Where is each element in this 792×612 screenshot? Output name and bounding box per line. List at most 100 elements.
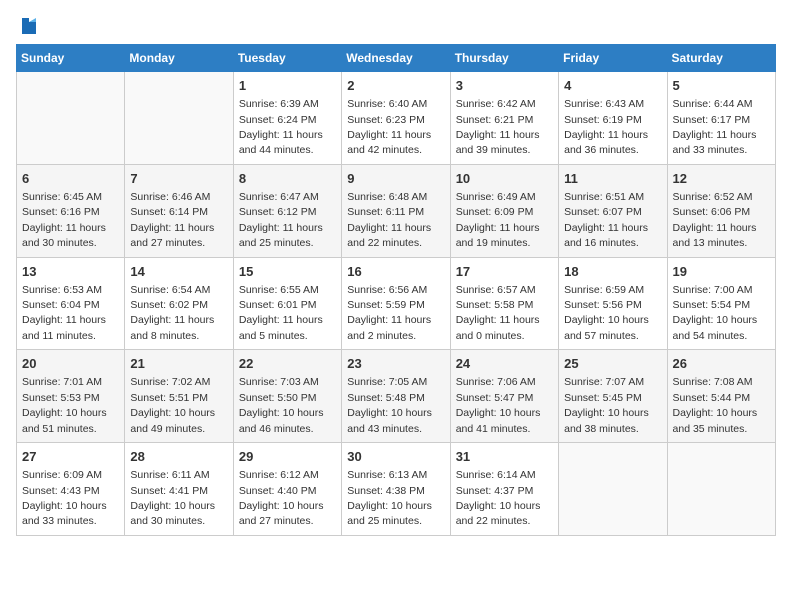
- calendar-day-cell: 6 Sunrise: 6:45 AM Sunset: 6:16 PM Daylig…: [17, 164, 125, 257]
- day-detail: Sunrise: 6:52 AM Sunset: 6:06 PM Dayligh…: [673, 191, 757, 249]
- weekday-header-row: SundayMondayTuesdayWednesdayThursdayFrid…: [17, 45, 776, 72]
- day-number: 9: [347, 170, 444, 188]
- day-detail: Sunrise: 6:57 AM Sunset: 5:58 PM Dayligh…: [456, 284, 540, 342]
- calendar-day-cell: 14 Sunrise: 6:54 AM Sunset: 6:02 PM Dayli…: [125, 257, 233, 350]
- calendar-day-cell: 30 Sunrise: 6:13 AM Sunset: 4:38 PM Dayli…: [342, 443, 450, 536]
- day-detail: Sunrise: 7:06 AM Sunset: 5:47 PM Dayligh…: [456, 376, 541, 434]
- day-number: 31: [456, 448, 553, 466]
- day-detail: Sunrise: 6:59 AM Sunset: 5:56 PM Dayligh…: [564, 284, 649, 342]
- calendar-day-cell: 8Sunrise: 6:47 AM Sunset: 6:12 PM Daylig…: [233, 164, 341, 257]
- day-detail: Sunrise: 6:46 AM Sunset: 6:14 PM Dayligh…: [130, 191, 214, 249]
- weekday-header-friday: Friday: [559, 45, 667, 72]
- day-number: 7: [130, 170, 227, 188]
- logo: [16, 16, 40, 32]
- calendar-table: SundayMondayTuesdayWednesdayThursdayFrid…: [16, 44, 776, 536]
- day-number: 5: [673, 77, 770, 95]
- weekday-header-tuesday: Tuesday: [233, 45, 341, 72]
- calendar-day-cell: 15 Sunrise: 6:55 AM Sunset: 6:01 PM Dayli…: [233, 257, 341, 350]
- logo-icon: [18, 16, 40, 38]
- calendar-day-cell: 1 Sunrise: 6:39 AM Sunset: 6:24 PM Daylig…: [233, 72, 341, 165]
- calendar-day-cell: [667, 443, 775, 536]
- day-detail: Sunrise: 6:40 AM Sunset: 6:23 PM Dayligh…: [347, 98, 431, 156]
- calendar-day-cell: [125, 72, 233, 165]
- weekday-header-wednesday: Wednesday: [342, 45, 450, 72]
- calendar-week-row: 20 Sunrise: 7:01 AM Sunset: 5:53 PM Dayli…: [17, 350, 776, 443]
- weekday-header-monday: Monday: [125, 45, 233, 72]
- calendar-day-cell: 3Sunrise: 6:42 AM Sunset: 6:21 PM Daylig…: [450, 72, 558, 165]
- day-number: 29: [239, 448, 336, 466]
- day-number: 26: [673, 355, 770, 373]
- calendar-day-cell: 24 Sunrise: 7:06 AM Sunset: 5:47 PM Dayli…: [450, 350, 558, 443]
- day-number: 3: [456, 77, 553, 95]
- day-detail: Sunrise: 7:01 AM Sunset: 5:53 PM Dayligh…: [22, 376, 107, 434]
- calendar-day-cell: 2 Sunrise: 6:40 AM Sunset: 6:23 PM Daylig…: [342, 72, 450, 165]
- calendar-week-row: 27Sunrise: 6:09 AM Sunset: 4:43 PM Dayli…: [17, 443, 776, 536]
- calendar-day-cell: 28Sunrise: 6:11 AM Sunset: 4:41 PM Dayli…: [125, 443, 233, 536]
- day-detail: Sunrise: 6:45 AM Sunset: 6:16 PM Dayligh…: [22, 191, 106, 249]
- calendar-day-cell: 4 Sunrise: 6:43 AM Sunset: 6:19 PM Daylig…: [559, 72, 667, 165]
- day-number: 10: [456, 170, 553, 188]
- day-number: 4: [564, 77, 661, 95]
- day-detail: Sunrise: 6:12 AM Sunset: 4:40 PM Dayligh…: [239, 469, 324, 527]
- calendar-day-cell: 18 Sunrise: 6:59 AM Sunset: 5:56 PM Dayli…: [559, 257, 667, 350]
- day-detail: Sunrise: 6:53 AM Sunset: 6:04 PM Dayligh…: [22, 284, 106, 342]
- day-number: 21: [130, 355, 227, 373]
- day-detail: Sunrise: 6:14 AM Sunset: 4:37 PM Dayligh…: [456, 469, 541, 527]
- calendar-day-cell: 12 Sunrise: 6:52 AM Sunset: 6:06 PM Dayli…: [667, 164, 775, 257]
- day-number: 20: [22, 355, 119, 373]
- calendar-week-row: 6 Sunrise: 6:45 AM Sunset: 6:16 PM Daylig…: [17, 164, 776, 257]
- day-number: 8: [239, 170, 336, 188]
- day-detail: Sunrise: 6:51 AM Sunset: 6:07 PM Dayligh…: [564, 191, 648, 249]
- day-number: 24: [456, 355, 553, 373]
- calendar-day-cell: 26 Sunrise: 7:08 AM Sunset: 5:44 PM Dayli…: [667, 350, 775, 443]
- day-detail: Sunrise: 6:39 AM Sunset: 6:24 PM Dayligh…: [239, 98, 323, 156]
- day-number: 14: [130, 263, 227, 281]
- calendar-day-cell: [559, 443, 667, 536]
- calendar-day-cell: 19Sunrise: 7:00 AM Sunset: 5:54 PM Dayli…: [667, 257, 775, 350]
- day-number: 17: [456, 263, 553, 281]
- calendar-day-cell: 16Sunrise: 6:56 AM Sunset: 5:59 PM Dayli…: [342, 257, 450, 350]
- calendar-day-cell: 17 Sunrise: 6:57 AM Sunset: 5:58 PM Dayli…: [450, 257, 558, 350]
- day-detail: Sunrise: 7:05 AM Sunset: 5:48 PM Dayligh…: [347, 376, 432, 434]
- day-detail: Sunrise: 6:43 AM Sunset: 6:19 PM Dayligh…: [564, 98, 648, 156]
- day-detail: Sunrise: 6:55 AM Sunset: 6:01 PM Dayligh…: [239, 284, 323, 342]
- day-number: 2: [347, 77, 444, 95]
- day-detail: Sunrise: 6:13 AM Sunset: 4:38 PM Dayligh…: [347, 469, 432, 527]
- calendar-day-cell: 7 Sunrise: 6:46 AM Sunset: 6:14 PM Daylig…: [125, 164, 233, 257]
- calendar-day-cell: 20 Sunrise: 7:01 AM Sunset: 5:53 PM Dayli…: [17, 350, 125, 443]
- calendar-day-cell: 11 Sunrise: 6:51 AM Sunset: 6:07 PM Dayli…: [559, 164, 667, 257]
- weekday-header-saturday: Saturday: [667, 45, 775, 72]
- day-detail: Sunrise: 6:49 AM Sunset: 6:09 PM Dayligh…: [456, 191, 540, 249]
- calendar-day-cell: 13 Sunrise: 6:53 AM Sunset: 6:04 PM Dayli…: [17, 257, 125, 350]
- day-number: 25: [564, 355, 661, 373]
- calendar-day-cell: 31 Sunrise: 6:14 AM Sunset: 4:37 PM Dayli…: [450, 443, 558, 536]
- day-number: 30: [347, 448, 444, 466]
- day-detail: Sunrise: 7:07 AM Sunset: 5:45 PM Dayligh…: [564, 376, 649, 434]
- calendar-day-cell: 23Sunrise: 7:05 AM Sunset: 5:48 PM Dayli…: [342, 350, 450, 443]
- calendar-day-cell: 29 Sunrise: 6:12 AM Sunset: 4:40 PM Dayli…: [233, 443, 341, 536]
- day-number: 1: [239, 77, 336, 95]
- day-detail: Sunrise: 6:11 AM Sunset: 4:41 PM Dayligh…: [130, 469, 215, 527]
- day-detail: Sunrise: 6:48 AM Sunset: 6:11 PM Dayligh…: [347, 191, 431, 249]
- calendar-day-cell: 5 Sunrise: 6:44 AM Sunset: 6:17 PM Daylig…: [667, 72, 775, 165]
- calendar-day-cell: 27Sunrise: 6:09 AM Sunset: 4:43 PM Dayli…: [17, 443, 125, 536]
- day-number: 16: [347, 263, 444, 281]
- calendar-day-cell: 9 Sunrise: 6:48 AM Sunset: 6:11 PM Daylig…: [342, 164, 450, 257]
- calendar-week-row: 13 Sunrise: 6:53 AM Sunset: 6:04 PM Dayli…: [17, 257, 776, 350]
- day-number: 27: [22, 448, 119, 466]
- page-header: [16, 16, 776, 32]
- calendar-day-cell: 10 Sunrise: 6:49 AM Sunset: 6:09 PM Dayli…: [450, 164, 558, 257]
- day-number: 12: [673, 170, 770, 188]
- day-number: 18: [564, 263, 661, 281]
- day-detail: Sunrise: 6:44 AM Sunset: 6:17 PM Dayligh…: [673, 98, 757, 156]
- day-number: 13: [22, 263, 119, 281]
- day-number: 22: [239, 355, 336, 373]
- day-detail: Sunrise: 7:03 AM Sunset: 5:50 PM Dayligh…: [239, 376, 324, 434]
- day-number: 6: [22, 170, 119, 188]
- day-detail: Sunrise: 7:08 AM Sunset: 5:44 PM Dayligh…: [673, 376, 758, 434]
- day-number: 11: [564, 170, 661, 188]
- day-detail: Sunrise: 6:54 AM Sunset: 6:02 PM Dayligh…: [130, 284, 214, 342]
- day-number: 15: [239, 263, 336, 281]
- calendar-day-cell: [17, 72, 125, 165]
- day-detail: Sunrise: 7:00 AM Sunset: 5:54 PM Dayligh…: [673, 284, 758, 342]
